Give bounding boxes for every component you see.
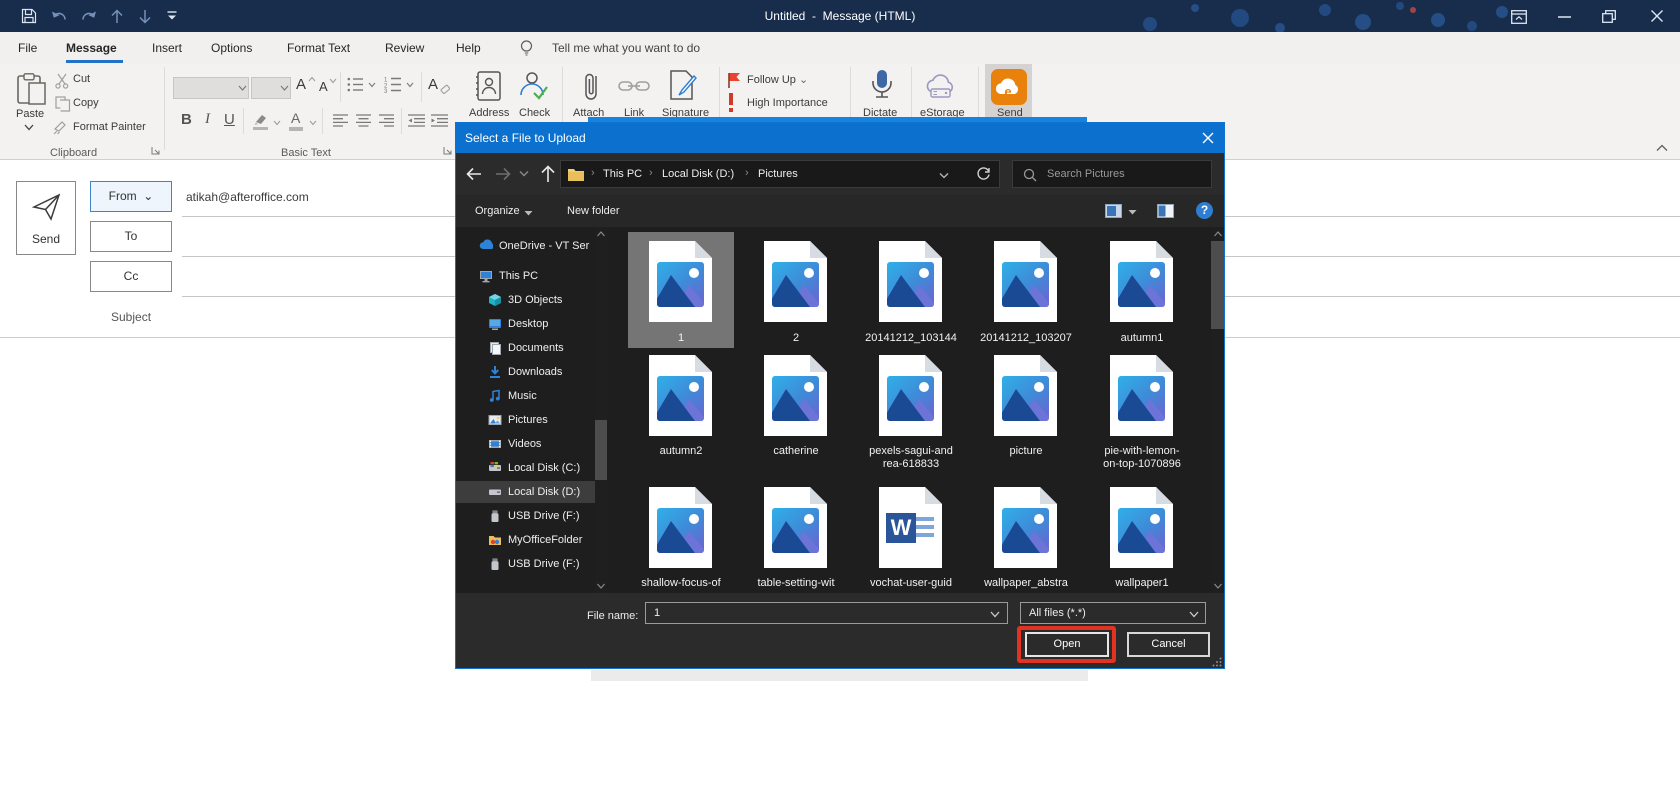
svg-text:3: 3 [384,89,388,93]
svg-text:e: e [1004,84,1011,99]
